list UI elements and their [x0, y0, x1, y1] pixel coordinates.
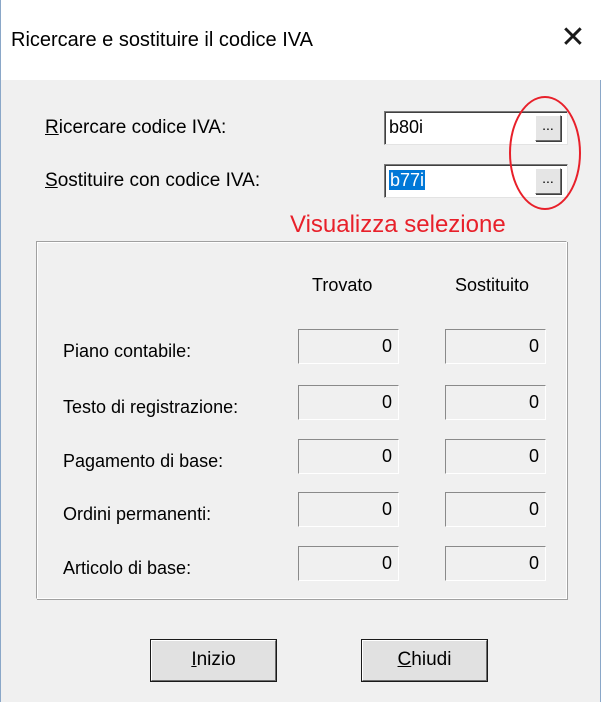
annotation-label: Visualizza selezione [290, 211, 506, 238]
replaced-count: 0 [445, 329, 546, 364]
replace-code-label: Sostituire con codice IVA: [45, 170, 260, 192]
replaced-count: 0 [445, 439, 546, 474]
start-button-label: nizio [196, 649, 236, 670]
replaced-count: 0 [445, 546, 546, 581]
result-row-label: Articolo di base: [63, 558, 192, 578]
found-count: 0 [298, 329, 399, 364]
close-button-label: hiudi [411, 649, 452, 670]
start-button[interactable]: Inizio [150, 639, 277, 682]
close-button[interactable]: Chiudi [361, 639, 488, 682]
found-count: 0 [298, 492, 399, 527]
found-count: 0 [298, 546, 399, 581]
result-row-label: Pagamento di base: [63, 451, 224, 471]
search-code-value: b80i [389, 117, 424, 137]
replace-code-value: b77i [389, 170, 426, 190]
column-header-replaced: Sostituito [455, 275, 530, 295]
search-code-label: Ricercare codice IVA: [45, 117, 226, 139]
dialog-window: Ricercare e sostituire il codice IVA ✕ R… [0, 0, 601, 702]
result-row-label: Piano contabile: [63, 341, 192, 361]
result-row-label: Ordini permanenti: [63, 504, 212, 524]
search-code-label-text: icercare codice IVA: [58, 117, 227, 138]
search-code-label-accelerator: R [45, 117, 59, 138]
close-icon[interactable]: ✕ [557, 22, 589, 54]
replaced-count: 0 [445, 385, 546, 420]
title-bar: Ricercare e sostituire il codice IVA ✕ [1, 0, 601, 80]
column-header-found: Trovato [312, 275, 373, 295]
highlight-ellipse [509, 96, 581, 210]
found-count: 0 [298, 385, 399, 420]
replaced-count: 0 [445, 492, 546, 527]
replace-code-label-accelerator: S [45, 170, 58, 191]
found-count: 0 [298, 439, 399, 474]
result-row-label: Testo di registrazione: [63, 397, 239, 417]
dialog-title: Ricercare e sostituire il codice IVA [11, 29, 313, 51]
replace-code-label-text: ostituire con codice IVA: [57, 170, 261, 191]
close-button-accelerator: C [397, 649, 412, 670]
